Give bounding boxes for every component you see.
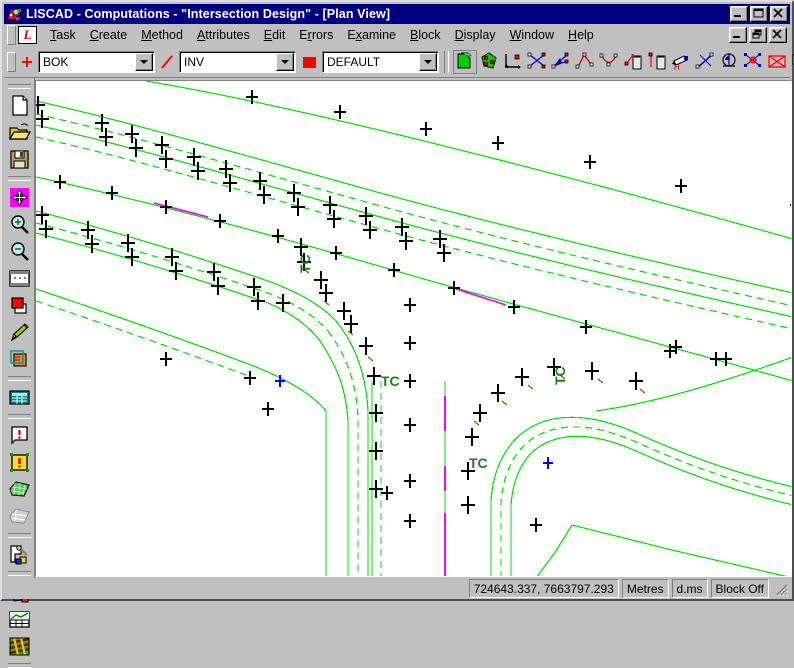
mdi-restore-button[interactable] (749, 27, 767, 43)
menu-item-method[interactable]: Method (134, 26, 190, 44)
toolbar-separator (444, 50, 449, 73)
warning-button[interactable] (7, 450, 32, 475)
zoom-in-button[interactable] (7, 212, 32, 237)
menu-bar: L Task Create Method Attributes Edit Err… (4, 24, 790, 46)
point-class-chevron-down-icon[interactable] (135, 52, 153, 71)
liscad-main-window: LISCAD - Computations - "Intersection De… (0, 0, 794, 668)
status-coordinates: 724643.337, 7663797.293 (468, 579, 619, 598)
red-color-swatch-icon[interactable] (301, 51, 319, 73)
maximize-button[interactable] (750, 6, 768, 22)
label-tc-left-horizontal: TC (381, 373, 400, 389)
menu-item-window[interactable]: Window (503, 26, 561, 44)
menu-drag-grip[interactable] (7, 25, 16, 45)
window-title: LISCAD - Computations - "Intersection De… (26, 7, 391, 21)
close-button[interactable] (770, 6, 788, 22)
layer-chevron-down-icon[interactable] (419, 52, 437, 71)
transform-button[interactable] (743, 51, 765, 73)
layer-combo[interactable]: DEFAULT (322, 50, 439, 73)
clear-view-button[interactable] (767, 51, 789, 73)
status-block-state: Block Off (710, 579, 769, 598)
line-class-chevron-down-icon[interactable] (276, 52, 294, 71)
zoom-out-button[interactable] (7, 239, 32, 264)
save-file-button[interactable] (7, 147, 32, 172)
liscad-menu-logo-icon: L (18, 26, 37, 44)
label-tc-right-rotated: TC (552, 366, 568, 385)
resize-grip[interactable] (773, 581, 789, 597)
menu-item-help[interactable]: Help (561, 26, 601, 44)
edit-pencil-button[interactable] (7, 320, 32, 345)
intersect-lines-button[interactable] (527, 51, 549, 73)
left-toolbar-separator-6 (7, 571, 31, 576)
red-cross-point-icon[interactable] (19, 51, 35, 73)
new-page-button[interactable] (453, 49, 477, 74)
bearing-distance-button[interactable] (551, 51, 573, 73)
plan-view-canvas[interactable]: TC TC TC TC (35, 80, 792, 577)
left-toolbar (4, 78, 35, 668)
window-controls (730, 6, 788, 22)
network-button[interactable] (7, 634, 32, 659)
toolbar-drag-grip[interactable] (7, 51, 16, 72)
new-file-button[interactable] (7, 93, 32, 118)
menu-item-create[interactable]: Create (83, 26, 135, 44)
surface-button[interactable] (7, 477, 32, 502)
mdi-window-controls (729, 27, 790, 43)
plan-view-drawing[interactable]: TC TC TC TC (36, 81, 792, 577)
menu-logo-letter: L (23, 27, 32, 42)
menu-item-edit[interactable]: Edit (257, 26, 293, 44)
rotate-button[interactable] (719, 51, 741, 73)
title-bar: LISCAD - Computations - "Intersection De… (4, 4, 790, 24)
menu-item-display[interactable]: Display (448, 26, 503, 44)
status-units: Metres (621, 579, 669, 598)
minimize-button[interactable] (730, 6, 748, 22)
pan-button[interactable] (7, 185, 32, 210)
status-bar: 724643.337, 7663797.293 Metres d.ms Bloc… (4, 578, 790, 599)
menu-item-block[interactable]: Block (403, 26, 448, 44)
extract-point-button[interactable] (647, 51, 669, 73)
point-class-value: BOK (43, 54, 69, 69)
line-class-value: INV (184, 54, 205, 69)
menu-item-examine[interactable]: Examine (340, 26, 403, 44)
mdi-close-button[interactable] (769, 27, 787, 43)
tools-button[interactable] (7, 542, 32, 567)
liscad-logo-icon (7, 6, 23, 22)
point-class-combo[interactable]: BOK (38, 50, 155, 73)
green-polygon-points-button[interactable] (479, 51, 501, 73)
annotate-button[interactable]: H (671, 51, 693, 73)
red-diagonal-line-icon[interactable] (159, 51, 175, 73)
left-toolbar-separator-5 (7, 533, 31, 538)
label-tc-left-rotated: TC (297, 254, 313, 273)
copy-entity-button[interactable] (7, 347, 32, 372)
label-tc-right-horizontal: TC (469, 455, 488, 471)
menu-item-errors[interactable]: Errors (292, 26, 340, 44)
coordinate-axes-button[interactable] (503, 51, 525, 73)
insert-point-button[interactable] (623, 51, 645, 73)
polyline-button[interactable] (575, 51, 597, 73)
delete-line-button[interactable] (695, 51, 717, 73)
menu-item-attributes[interactable]: Attributes (190, 26, 257, 44)
menu-item-task[interactable]: Task (43, 26, 83, 44)
main-toolbar: BOK INV DEFAULT H (4, 46, 794, 78)
line-class-combo[interactable]: INV (179, 50, 296, 73)
error-button[interactable] (7, 423, 32, 448)
table-view-button[interactable] (7, 385, 32, 410)
open-file-button[interactable] (7, 120, 32, 145)
svg-text:H: H (674, 63, 680, 71)
color-button[interactable] (7, 293, 32, 318)
left-toolbar-separator-3 (7, 376, 31, 381)
status-angle-format: d.ms (671, 579, 708, 598)
surface-disabled-button (7, 504, 32, 529)
profile-button[interactable] (7, 607, 32, 632)
window-view-button[interactable] (7, 266, 32, 291)
left-toolbar-separator-7 (7, 663, 31, 668)
arc-button[interactable] (599, 51, 621, 73)
left-toolbar-separator-2 (7, 176, 31, 181)
left-toolbar-separator (7, 84, 31, 89)
layer-value: DEFAULT (327, 54, 381, 69)
left-toolbar-separator-4 (7, 414, 31, 419)
mdi-minimize-button[interactable] (729, 27, 747, 43)
